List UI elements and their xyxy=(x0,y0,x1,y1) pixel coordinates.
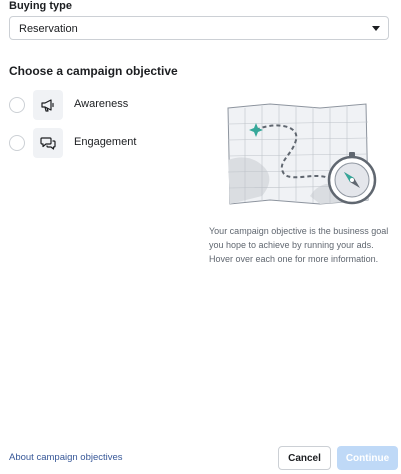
about-campaign-objectives-link[interactable]: About campaign objectives xyxy=(9,452,123,463)
buying-type-select[interactable]: Reservation xyxy=(9,16,389,40)
awareness-radio[interactable] xyxy=(9,97,25,113)
awareness-icon-box xyxy=(33,90,63,120)
buying-type-label: Buying type xyxy=(9,0,72,12)
continue-button[interactable]: Continue xyxy=(337,446,398,470)
objective-section-title: Choose a campaign objective xyxy=(9,64,178,78)
engagement-icon-box xyxy=(33,128,63,158)
map-compass-illustration xyxy=(227,103,377,205)
awareness-label: Awareness xyxy=(74,98,129,110)
engagement-radio[interactable] xyxy=(9,135,25,151)
objective-description: Your campaign objective is the business … xyxy=(209,226,389,264)
engagement-label: Engagement xyxy=(74,136,137,148)
objective-option-engagement[interactable]: Engagement xyxy=(9,128,189,160)
cancel-button[interactable]: Cancel xyxy=(278,446,331,470)
objective-option-awareness[interactable]: Awareness xyxy=(9,90,189,122)
chat-bubbles-icon xyxy=(40,137,56,150)
megaphone-icon xyxy=(41,99,54,112)
chevron-down-icon xyxy=(372,26,380,31)
buying-type-selected-value: Reservation xyxy=(19,23,78,35)
